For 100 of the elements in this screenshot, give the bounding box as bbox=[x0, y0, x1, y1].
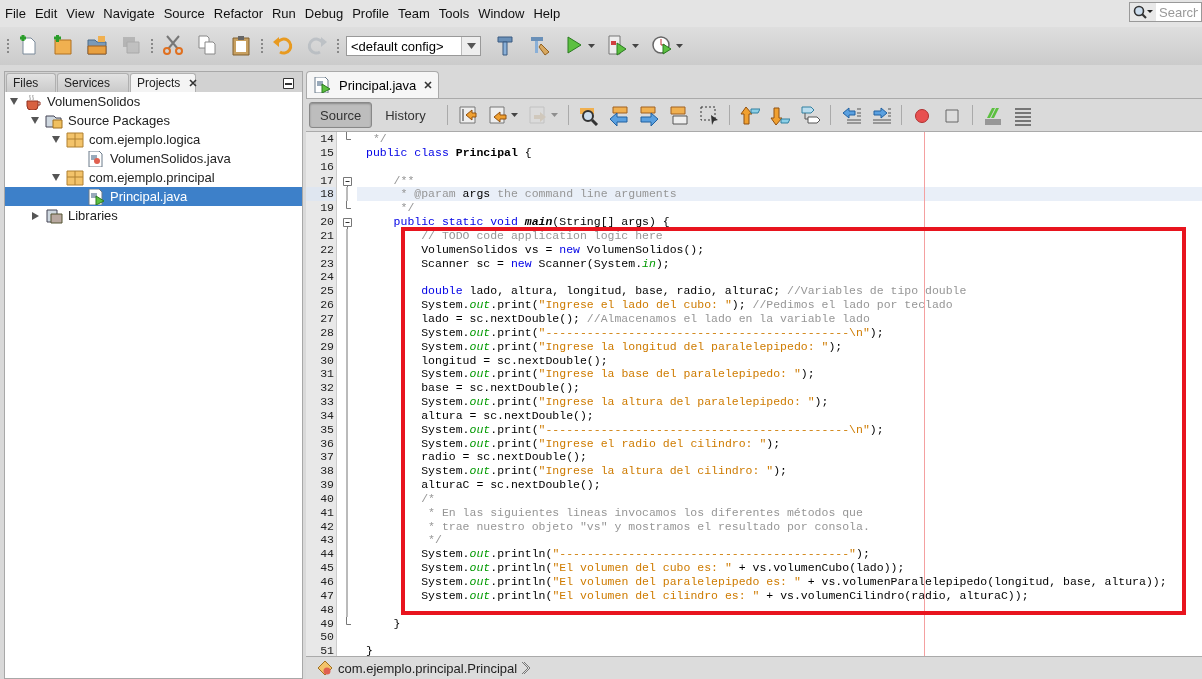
code-line: longitud = sc.nextDouble(); bbox=[420, 353, 609, 368]
tree-item[interactable]: com.ejemplo.principal bbox=[5, 168, 302, 187]
line-number: 39 bbox=[306, 478, 337, 492]
fold-end-icon bbox=[346, 616, 351, 625]
curved-arrow-icon bbox=[306, 34, 328, 58]
code-line: /* bbox=[420, 491, 436, 506]
menu-item[interactable]: Edit bbox=[30, 6, 62, 21]
code-line: base = sc.nextDouble(); bbox=[420, 381, 581, 396]
books-icon bbox=[45, 207, 63, 224]
chevron-icon bbox=[521, 661, 531, 675]
config-combo-box[interactable]: <default config> bbox=[346, 36, 481, 56]
line-number: 25 bbox=[306, 284, 337, 299]
view-tab[interactable]: History bbox=[374, 102, 437, 128]
line-number: 14 bbox=[306, 132, 337, 146]
panel-tab[interactable]: Projects bbox=[130, 73, 196, 92]
fold-guide-icon bbox=[346, 187, 348, 202]
close-icon bbox=[189, 79, 198, 87]
view-tab[interactable]: Source bbox=[309, 102, 373, 128]
tree-item[interactable]: Principal.java bbox=[5, 187, 302, 206]
menu-item[interactable]: Refactor bbox=[209, 6, 267, 21]
line-number: 33 bbox=[306, 395, 337, 409]
minimize-button[interactable] bbox=[283, 78, 294, 89]
line-number: 32 bbox=[306, 381, 337, 396]
right-arrow-icon bbox=[638, 104, 659, 126]
breadcrumb-item[interactable]: com.ejemplo.principal.Principal bbox=[338, 660, 518, 676]
code-line: } bbox=[392, 616, 402, 631]
folder-plus-icon bbox=[52, 34, 74, 58]
code-line: System.out.println("El volumen del cubo es: " + vs.volumenCubo(lado)); bbox=[420, 561, 906, 575]
coffee-cup-icon bbox=[24, 93, 42, 110]
java-run-file-icon bbox=[313, 77, 331, 93]
menu-item[interactable]: Debug bbox=[300, 6, 348, 21]
file-tab[interactable]: Principal.java bbox=[306, 71, 440, 98]
code-line: VolumenSolidos vs = new VolumenSolidos(); bbox=[420, 242, 706, 257]
code-line: Scanner sc = new Scanner(System.in); bbox=[420, 256, 671, 271]
collapsed-triangle-icon bbox=[31, 211, 39, 220]
code-line: System.out.print("--------------------------------------------\n"); bbox=[420, 422, 885, 437]
menu-item[interactable]: Window bbox=[474, 6, 529, 21]
fold-end-icon bbox=[346, 201, 351, 210]
code-line: altura = sc.nextDouble(); bbox=[420, 408, 595, 423]
menu-item[interactable]: Run bbox=[267, 6, 300, 21]
outdent-arrow-icon bbox=[840, 104, 861, 126]
tree-item[interactable]: Libraries bbox=[5, 206, 302, 225]
indent-arrow-icon bbox=[870, 104, 891, 126]
menu-item[interactable]: Tools bbox=[434, 6, 474, 21]
tree-item[interactable]: VolumenSolidos bbox=[5, 92, 302, 111]
tree-item[interactable]: com.ejemplo.logica bbox=[5, 130, 302, 149]
code-line: lado = sc.nextDouble(); //Almacenamos el lado en la variable lado bbox=[420, 311, 871, 326]
code-line: } bbox=[365, 644, 374, 656]
panel-tab[interactable]: Services bbox=[57, 73, 129, 92]
tree-item[interactable]: VolumenSolidos.java bbox=[5, 149, 302, 168]
line-number: 46 bbox=[306, 575, 337, 589]
code-line: radio = sc.nextDouble(); bbox=[420, 450, 588, 465]
menu-item[interactable]: View bbox=[62, 6, 99, 21]
clock-play-icon bbox=[651, 34, 673, 58]
menu-item[interactable]: Help bbox=[529, 6, 565, 21]
code-line: double lado, altura, longitud, base, radio, alturaC; //Variables de tipo double bbox=[420, 284, 968, 299]
menu-item[interactable]: Profile bbox=[348, 6, 393, 21]
line-number: 24 bbox=[306, 270, 337, 285]
code-line: System.out.println("El volumen del cilindro es: " + vs.volumenCilindro(radio, alturaC)); bbox=[420, 588, 1030, 603]
tree-item[interactable]: Source Packages bbox=[5, 111, 302, 130]
code-line: System.out.println("------------------------------------------"); bbox=[420, 547, 871, 562]
clipboard-icon bbox=[230, 34, 252, 58]
code-line: * trae nuestro objeto "vs" y mostramos el resultado por consola. bbox=[427, 519, 871, 534]
line-number: 45 bbox=[306, 561, 337, 575]
scissors-icon bbox=[162, 34, 184, 58]
code-line: System.out.print("Ingrese la base del paralelepipedo: "); bbox=[420, 367, 816, 382]
code-line: System.out.print("Ingrese el radio del cilindro: "); bbox=[420, 436, 782, 451]
code-line: System.out.println("El volumen del paralelepipedo es: " + vs.volumenParalelepipedo(longitud, base, altura)); bbox=[420, 575, 1168, 589]
package-icon bbox=[66, 131, 84, 148]
fold-end-icon bbox=[346, 132, 351, 140]
line-number: 26 bbox=[306, 298, 337, 312]
document-play-icon bbox=[607, 34, 629, 58]
menu-item[interactable]: File bbox=[1, 6, 30, 21]
code-line: public static void main(String[] args) { bbox=[392, 215, 671, 229]
hammer-broom-icon bbox=[529, 34, 551, 58]
code-line: /** bbox=[392, 173, 416, 188]
down-arrow-icon bbox=[769, 104, 790, 126]
expanded-triangle-icon bbox=[31, 117, 39, 124]
class-icon bbox=[316, 660, 334, 676]
menu-item[interactable]: Team bbox=[394, 6, 434, 21]
line-number: 19 bbox=[306, 201, 337, 216]
menu-item[interactable]: Navigate bbox=[99, 6, 159, 21]
line-number: 44 bbox=[306, 547, 337, 562]
line-number: 20 bbox=[306, 215, 337, 229]
package-folder-icon bbox=[45, 112, 63, 129]
code-line: * En las siguientes lineas invocamos los diferentes métodos que bbox=[427, 505, 864, 520]
stacked-frames-icon bbox=[668, 104, 689, 126]
panel-tab[interactable]: Files bbox=[6, 73, 56, 92]
expanded-triangle-icon bbox=[52, 174, 60, 181]
code-line: System.out.print("Ingrese la altura del cilindro: "); bbox=[420, 464, 788, 479]
line-number: 50 bbox=[306, 630, 337, 645]
pages-icon bbox=[196, 34, 218, 58]
code-line: */ bbox=[427, 533, 443, 548]
line-number: 38 bbox=[306, 464, 337, 479]
package-icon bbox=[66, 169, 84, 186]
java-run-file-icon bbox=[87, 188, 105, 205]
menu-item[interactable]: Source bbox=[159, 6, 209, 21]
code-line: alturaC = sc.nextDouble(); bbox=[420, 478, 602, 492]
code-line: */ bbox=[399, 201, 416, 216]
code-line: System.out.print("--------------------------------------------\n"); bbox=[420, 325, 885, 340]
